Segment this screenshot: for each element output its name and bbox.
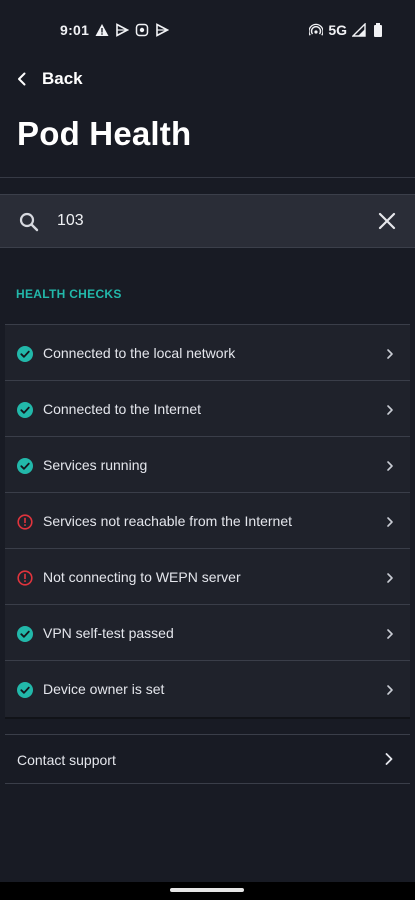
check-circle-icon — [17, 458, 33, 474]
system-nav-bar — [0, 882, 415, 900]
check-label: Services running — [43, 457, 148, 473]
list-item[interactable]: Device owner is set — [5, 661, 410, 717]
list-item[interactable]: Connected to the local network — [5, 325, 410, 381]
chevron-right-icon — [384, 571, 396, 583]
chevron-right-icon — [384, 403, 396, 415]
network-type: 5G — [328, 22, 347, 38]
status-right: 5G — [309, 22, 385, 38]
check-circle-icon — [17, 346, 33, 362]
list-item[interactable]: Services running — [5, 437, 410, 493]
page-title: Pod Health — [17, 115, 192, 152]
check-circle-icon — [17, 682, 33, 698]
chevron-right-icon — [384, 683, 396, 695]
chevron-right-icon — [382, 752, 396, 766]
warning-icon — [95, 23, 109, 37]
play-icon — [115, 23, 130, 37]
app-icon — [135, 23, 149, 37]
error-circle-icon — [17, 514, 33, 530]
search-input[interactable]: 103 — [57, 212, 84, 230]
back-label: Back — [42, 69, 83, 88]
chevron-right-icon — [384, 627, 396, 639]
home-indicator[interactable] — [170, 888, 244, 892]
contact-support-button[interactable]: Contact support — [5, 734, 410, 784]
list-item[interactable]: Not connecting to WEPN server — [5, 549, 410, 605]
divider — [0, 177, 415, 178]
check-label: VPN self-test passed — [43, 625, 174, 641]
list-item[interactable]: Services not reachable from the Internet — [5, 493, 410, 549]
check-label: Not connecting to WEPN server — [43, 569, 241, 585]
check-label: Connected to the Internet — [43, 401, 201, 417]
support-label: Contact support — [17, 752, 116, 768]
status-left: 9:01 — [60, 22, 170, 38]
chevron-right-icon — [384, 347, 396, 359]
chevron-left-icon — [12, 69, 32, 89]
play-icon — [155, 23, 170, 37]
error-circle-icon — [17, 570, 33, 586]
chevron-right-icon — [384, 459, 396, 471]
search-icon — [18, 211, 40, 233]
list-item[interactable]: VPN self-test passed — [5, 605, 410, 661]
section-header: HEALTH CHECKS — [16, 287, 122, 301]
check-label: Device owner is set — [43, 681, 165, 697]
check-label: Services not reachable from the Internet — [43, 513, 293, 529]
check-label: Connected to the local network — [43, 345, 236, 361]
health-checks-list: Connected to the local network Connected… — [5, 324, 410, 719]
status-time: 9:01 — [60, 22, 90, 38]
battery-icon — [371, 23, 385, 37]
hotspot-icon — [309, 23, 324, 37]
list-item[interactable]: Connected to the Internet — [5, 381, 410, 437]
check-circle-icon — [17, 626, 33, 642]
search-bar[interactable]: 103 — [0, 194, 415, 248]
signal-icon — [352, 23, 366, 37]
chevron-right-icon — [384, 515, 396, 527]
status-bar: 9:01 5G — [0, 0, 415, 58]
back-button[interactable]: Back — [12, 64, 83, 94]
close-icon[interactable] — [376, 210, 398, 232]
check-circle-icon — [17, 402, 33, 418]
